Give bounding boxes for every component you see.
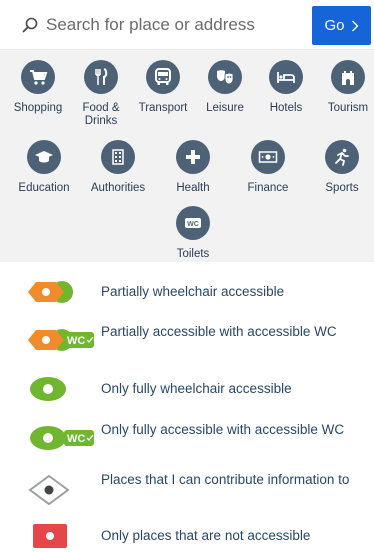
partially-accessible-marker-icon [28,281,73,303]
theater-masks-icon [217,70,234,85]
legend-label: Only fully accessible with accessible WC [101,422,345,437]
category-label: Authorities [90,182,146,194]
category-label: Finance [247,182,289,194]
contribute-diamond-marker-icon [28,474,70,506]
go-button[interactable]: Go [312,6,371,45]
legend-label: Places that I can contribute information… [101,472,350,487]
category-sports[interactable]: Sports [304,140,374,195]
category-label: Tourism [327,102,369,114]
legend: Partially wheelchair accessible WC Parti… [0,262,374,552]
legend-label: Only places that are not accessible [101,528,311,543]
banknote-icon [258,151,278,163]
category-label: Education [18,182,70,194]
category-tourism[interactable]: Tourism [310,60,374,115]
category-label: Shopping [13,102,63,114]
category-label: Health [176,182,210,194]
fully-accessible-wc-marker-icon: WC [30,426,94,450]
category-label: Sports [325,182,359,194]
category-label: Leisure [206,102,244,114]
search-bar: Go [0,0,374,50]
bus-icon [155,68,171,85]
category-authorities[interactable]: Authorities [80,140,156,195]
fully-accessible-marker-icon [30,377,66,401]
category-education[interactable]: Education [6,140,82,195]
category-label: Food & Drinks [82,102,120,127]
category-grid: Shopping Food & Drinks Transport Leisure… [0,50,374,262]
castle-icon [342,71,354,85]
category-toilets[interactable]: WC Toilets [155,206,231,261]
graduation-cap-icon [35,151,53,163]
go-button-label: Go [324,17,345,34]
category-label: Transport [138,102,188,114]
partially-accessible-wc-marker-icon: WC [28,329,94,351]
shopping-cart-icon [30,70,48,85]
wc-badge: WC [67,335,85,347]
legend-label: Partially wheelchair accessible [101,284,285,299]
legend-label: Only fully wheelchair accessible [101,381,292,396]
chevron-right-icon [351,20,358,31]
category-label: Toilets [176,248,210,260]
building-icon [112,149,124,165]
category-finance[interactable]: Finance [230,140,306,195]
search-icon [22,17,38,33]
search-input[interactable] [46,10,302,40]
legend-label: Partially accessible with accessible WC [101,324,337,339]
bed-icon [277,72,295,83]
svg-text:WC: WC [187,221,199,228]
wc-icon: WC [185,218,201,228]
plus-cross-icon [186,150,200,164]
fork-knife-icon [95,68,108,85]
wc-badge: WC [67,433,85,445]
category-label: Hotels [269,102,303,114]
runner-icon [335,148,349,166]
category-health[interactable]: Health [155,140,231,195]
not-accessible-marker-icon [33,524,67,548]
